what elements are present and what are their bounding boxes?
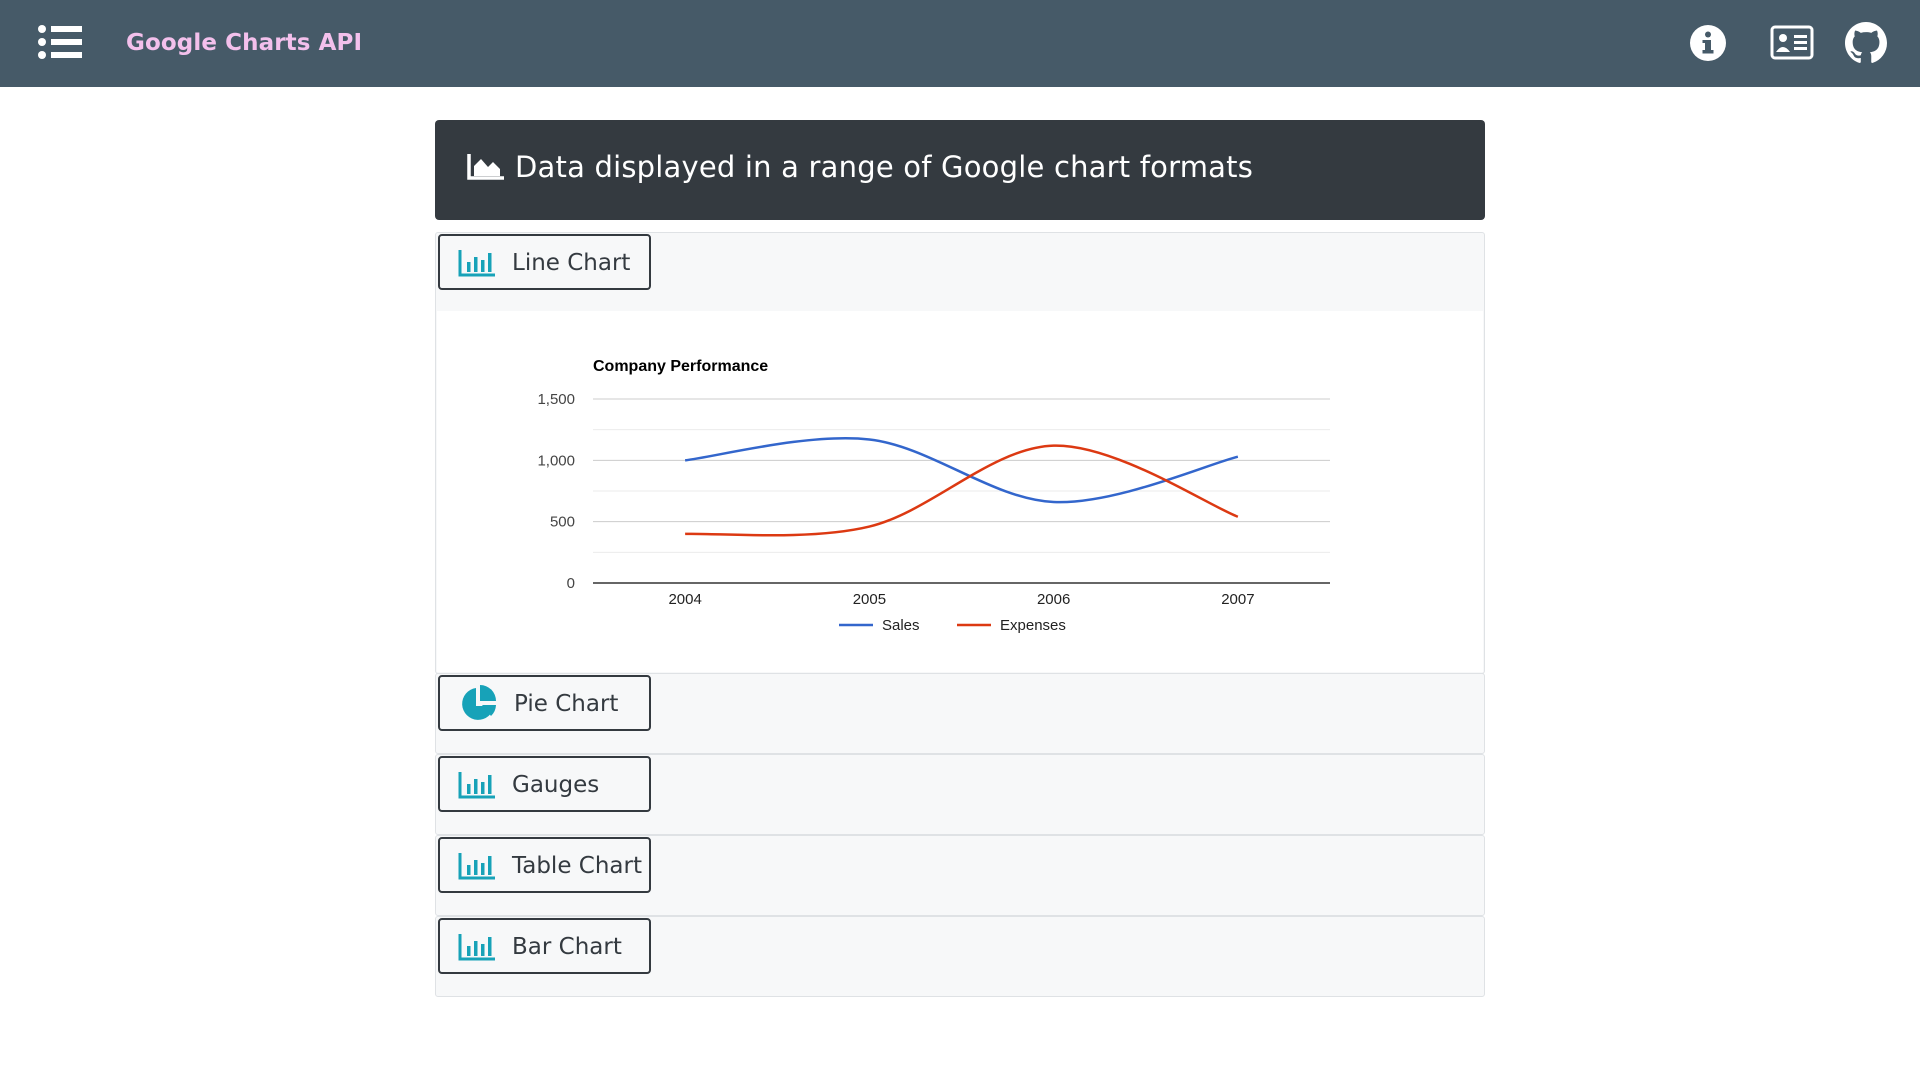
accordion-card-gauges: Gauges bbox=[435, 754, 1485, 835]
pie-chart-button[interactable]: Pie Chart bbox=[438, 675, 651, 731]
table-chart-button[interactable]: Table Chart bbox=[438, 837, 651, 893]
line-chart-button[interactable]: Line Chart bbox=[438, 234, 651, 290]
y-tick-label: 500 bbox=[550, 514, 575, 531]
bar-chart-label: Bar Chart bbox=[512, 934, 622, 960]
list-icon[interactable] bbox=[38, 24, 82, 60]
pie-chart-icon bbox=[462, 685, 496, 720]
bar-chart-icon bbox=[458, 250, 495, 277]
legend-label-expenses: Expenses bbox=[1000, 617, 1066, 634]
x-tick-label: 2005 bbox=[853, 591, 886, 608]
legend-label-sales: Sales bbox=[882, 617, 920, 634]
chart-title: Company Performance bbox=[593, 358, 768, 375]
bar-chart-icon bbox=[458, 772, 495, 799]
accordion-card-pie-chart: Pie Chart bbox=[435, 673, 1485, 754]
y-tick-label: 0 bbox=[567, 575, 575, 592]
bar-chart-icon bbox=[458, 934, 495, 961]
table-chart-label: Table Chart bbox=[512, 853, 642, 879]
area-chart-icon bbox=[467, 154, 504, 180]
accordion-card-line-chart: Line Chart Company Performance 0 500 1,000 1… bbox=[435, 232, 1485, 674]
brand-title[interactable]: Google Charts API bbox=[126, 30, 362, 56]
github-icon[interactable] bbox=[1845, 22, 1887, 64]
pie-chart-label: Pie Chart bbox=[514, 691, 619, 717]
x-tick-label: 2006 bbox=[1037, 591, 1070, 608]
y-tick-label: 1,000 bbox=[537, 452, 575, 469]
x-tick-label: 2004 bbox=[668, 591, 701, 608]
gauges-button[interactable]: Gauges bbox=[438, 756, 651, 812]
page-header: Data displayed in a range of Google char… bbox=[435, 120, 1485, 220]
chart-panel: Company Performance 0 500 1,000 1,500 2004 200… bbox=[437, 311, 1483, 672]
accordion-card-table-chart: Table Chart bbox=[435, 835, 1485, 916]
bar-chart-icon bbox=[458, 853, 495, 880]
info-icon[interactable] bbox=[1687, 22, 1729, 64]
gauges-label: Gauges bbox=[512, 772, 600, 798]
bar-chart-button[interactable]: Bar Chart bbox=[438, 918, 651, 974]
contact-card-icon[interactable] bbox=[1770, 22, 1814, 64]
series-line-sales bbox=[684, 437, 1239, 504]
y-tick-label: 1,500 bbox=[537, 391, 575, 408]
line-chart-label: Line Chart bbox=[512, 250, 631, 276]
accordion-card-bar-chart: Bar Chart bbox=[435, 916, 1485, 997]
top-navbar: Google Charts API bbox=[0, 0, 1920, 87]
page-title: Data displayed in a range of Google char… bbox=[515, 150, 1254, 184]
line-chart: Company Performance 0 500 1,000 1,500 2004 200… bbox=[537, 358, 1330, 634]
x-tick-label: 2007 bbox=[1221, 591, 1254, 608]
